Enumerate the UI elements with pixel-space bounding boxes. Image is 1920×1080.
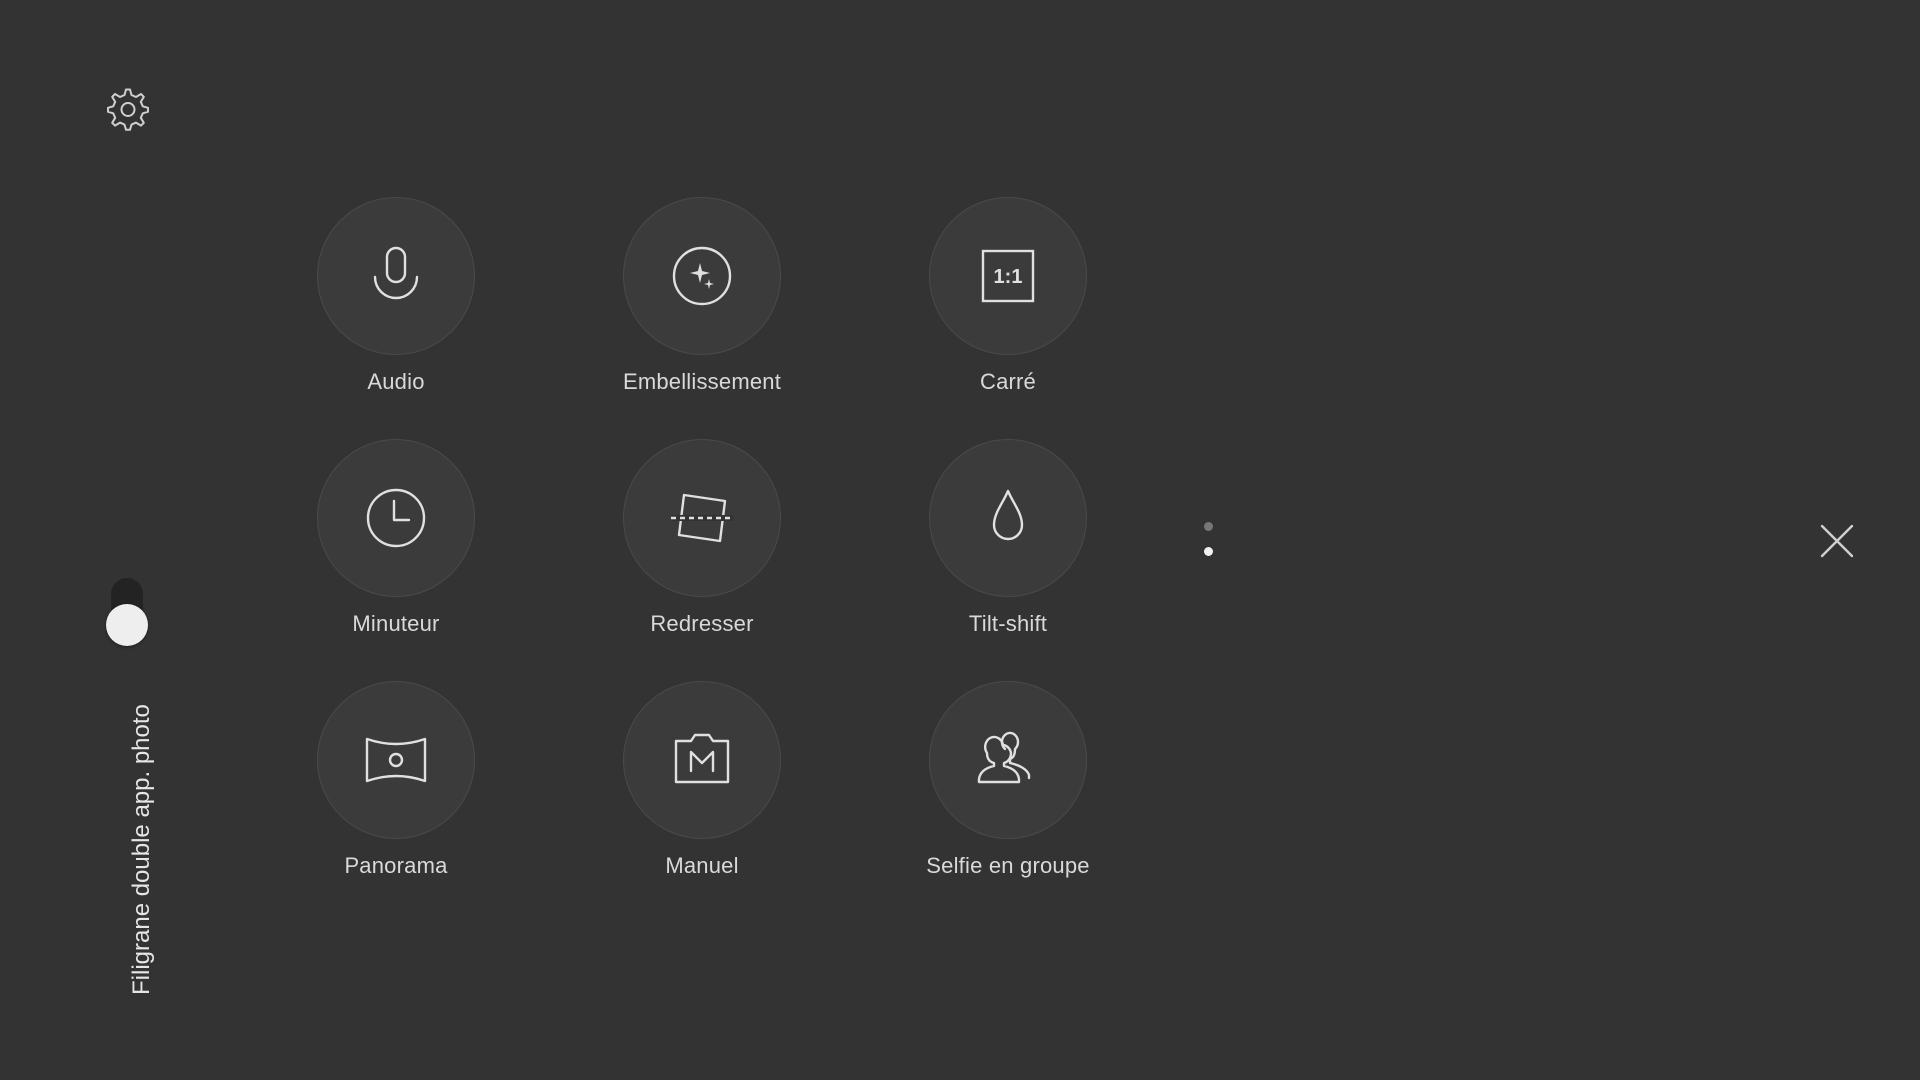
close-icon xyxy=(1820,524,1854,558)
panorama-icon xyxy=(365,737,427,783)
microphone-icon xyxy=(373,246,419,300)
watermark-label: Filigrane double app. photo xyxy=(128,704,155,995)
sparkle-icon xyxy=(672,246,732,306)
mode-circle xyxy=(929,681,1087,839)
mode-label: Selfie en groupe xyxy=(926,853,1090,878)
toggle-knob xyxy=(106,604,148,646)
mode-circle xyxy=(929,439,1087,597)
mode-audio[interactable]: Audio xyxy=(281,197,511,427)
mode-panorama[interactable]: Panorama xyxy=(281,681,511,911)
mode-redresser[interactable]: Redresser xyxy=(587,439,817,669)
droplet-icon xyxy=(992,489,1024,541)
settings-button[interactable] xyxy=(103,85,153,135)
mode-circle xyxy=(317,197,475,355)
mode-label: Minuteur xyxy=(352,611,440,636)
ratio-text: 1:1 xyxy=(994,266,1023,288)
camera-modes-screen: Audio Embellissement 1:1 Carré Minuteur … xyxy=(0,0,1920,1080)
mode-label: Audio xyxy=(367,369,425,394)
mode-grid: Audio Embellissement 1:1 Carré Minuteur … xyxy=(0,0,1920,1080)
mode-label: Redresser xyxy=(650,611,754,636)
mode-circle xyxy=(623,197,781,355)
mode-tilt-shift[interactable]: Tilt-shift xyxy=(893,439,1123,669)
mode-embellissement[interactable]: Embellissement xyxy=(587,197,817,427)
manual-camera-icon xyxy=(674,733,730,784)
mode-label: Tilt-shift xyxy=(968,611,1048,636)
watermark-toggle[interactable] xyxy=(104,576,150,652)
mode-circle xyxy=(317,681,475,839)
mode-carre[interactable]: 1:1 Carré xyxy=(893,197,1123,427)
mode-manuel[interactable]: Manuel xyxy=(587,681,817,911)
mode-label: Embellissement xyxy=(622,369,782,394)
close-button[interactable] xyxy=(1812,516,1862,566)
gear-icon xyxy=(107,88,149,131)
mode-circle xyxy=(623,681,781,839)
mode-label: Manuel xyxy=(665,853,739,878)
mode-circle xyxy=(623,439,781,597)
mode-selfie-en-groupe[interactable]: Selfie en groupe xyxy=(893,681,1123,911)
mode-minuteur[interactable]: Minuteur xyxy=(281,439,511,669)
mode-circle: 1:1 xyxy=(929,197,1087,355)
mode-label: Panorama xyxy=(344,853,448,878)
mode-circle xyxy=(317,439,475,597)
clock-icon xyxy=(366,488,426,548)
page-dot-2[interactable] xyxy=(1204,547,1213,556)
group-icon xyxy=(977,731,1031,784)
square-ratio-icon: 1:1 xyxy=(981,249,1035,303)
page-dot-1[interactable] xyxy=(1204,522,1213,531)
page-indicator xyxy=(1200,518,1216,564)
straighten-icon xyxy=(671,493,733,543)
mode-label: Carré xyxy=(979,369,1036,394)
